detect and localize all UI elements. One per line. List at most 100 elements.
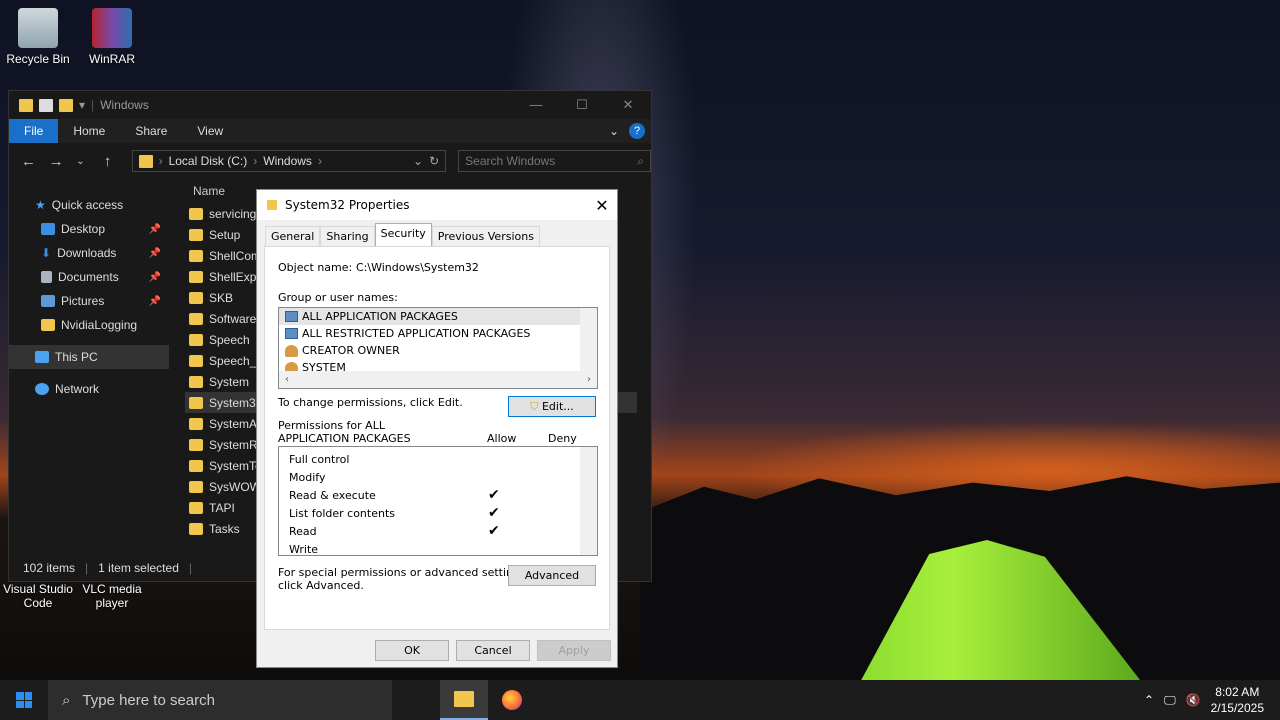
tab-file[interactable]: File [9, 119, 59, 143]
folder-icon [189, 480, 203, 493]
permissions-for-label: Permissions for ALL [278, 419, 385, 432]
nav-downloads[interactable]: ⬇ Downloads 📌 [9, 241, 169, 265]
desktop-icon-winrar[interactable]: WinRAR [74, 8, 150, 66]
system-tray: ⌃ 🖵 🔇 8:02 AM 2/15/2025 [1144, 684, 1280, 716]
new-folder-icon[interactable] [59, 98, 73, 112]
desktop-icon-vscode[interactable]: Visual Studio Code [0, 582, 76, 610]
tab-security[interactable]: Security [374, 223, 432, 246]
group-icon [285, 311, 298, 322]
file-name: ShellCom [209, 248, 262, 263]
special-permissions-text: For special permissions or advanced sett… [278, 566, 530, 579]
network-icon [35, 383, 49, 395]
dialog-titlebar: System32 Properties ✕ [257, 190, 617, 220]
permissions-vscrollbar[interactable] [580, 447, 597, 555]
folder-icon [189, 207, 203, 220]
file-name: Setup [209, 227, 241, 242]
taskbar-search-input[interactable]: ⌕ Type here to search [48, 680, 392, 720]
permission-name: Modify [289, 470, 326, 484]
nav-nvidialogging[interactable]: NvidiaLogging [9, 313, 169, 337]
permissions-for-label-2: APPLICATION PACKAGES [278, 432, 411, 445]
address-dropdown-icon[interactable]: ⌄ [413, 154, 423, 168]
start-button[interactable] [0, 680, 48, 720]
apply-button[interactable]: Apply [537, 640, 611, 661]
dialog-title: System32 Properties [285, 198, 410, 212]
item-count: 102 items [23, 561, 76, 575]
network-icon[interactable]: 🖵 [1164, 693, 1176, 708]
search-input[interactable]: Search Windows ⌕ [458, 150, 651, 172]
list-item[interactable]: CREATOR OWNER [279, 342, 597, 359]
up-icon[interactable]: ↑ [104, 153, 124, 170]
file-name: SystemTe [209, 458, 262, 473]
file-name: Tasks [209, 521, 240, 536]
breadcrumb-windows[interactable]: Windows [263, 154, 312, 168]
desktop-icon-recycle-bin[interactable]: Recycle Bin [0, 8, 76, 66]
advanced-button[interactable]: Advanced [508, 565, 596, 586]
tab-home[interactable]: Home [58, 119, 120, 143]
volume-muted-icon[interactable]: 🔇 [1186, 693, 1201, 707]
taskbar-firefox[interactable] [488, 680, 536, 720]
breadcrumb-local-disk[interactable]: Local Disk (C:) [169, 154, 248, 168]
folder-icon [189, 417, 203, 430]
folder-icon [189, 438, 203, 451]
group-listbox[interactable]: ALL APPLICATION PACKAGES ALL RESTRICTED … [278, 307, 598, 389]
allow-check-icon: ✔ [488, 505, 500, 521]
search-icon: ⌕ [62, 691, 71, 709]
file-name: Speech [209, 332, 250, 347]
navigation-pane: ★ Quick access Desktop 📌 ⬇ Downloads 📌 D… [9, 193, 169, 401]
tab-general[interactable]: General [265, 226, 321, 246]
expand-ribbon-icon[interactable]: ⌄ [609, 124, 619, 138]
minimize-button[interactable]: — [513, 97, 559, 113]
selected-count: 1 item selected [98, 561, 179, 575]
taskbar-file-explorer[interactable] [440, 680, 488, 720]
maximize-button[interactable]: ☐ [559, 97, 605, 113]
folder-icon [189, 249, 203, 262]
customize-toolbar-icon[interactable]: ▾ [79, 98, 85, 112]
object-name-label: Object name: [278, 261, 353, 274]
tab-view[interactable]: View [182, 119, 238, 143]
nav-this-pc[interactable]: This PC [9, 345, 169, 369]
list-item[interactable]: ALL RESTRICTED APPLICATION PACKAGES [279, 325, 597, 342]
folder-icon [138, 154, 153, 168]
back-icon[interactable]: ← [21, 153, 41, 170]
desktop-icon-vlc[interactable]: VLC media player [74, 582, 150, 610]
list-item[interactable]: ALL APPLICATION PACKAGES [279, 308, 597, 325]
security-panel: Object name: C:\Windows\System32 Group o… [264, 246, 610, 630]
tab-share[interactable]: Share [120, 119, 182, 143]
help-icon[interactable]: ? [629, 123, 645, 139]
group-vscrollbar[interactable] [580, 308, 597, 371]
recent-locations-icon[interactable]: ⌄ [76, 156, 96, 167]
nav-desktop[interactable]: Desktop 📌 [9, 217, 169, 241]
object-name-value: C:\Windows\System32 [356, 261, 479, 274]
desktop-icon-label: Visual Studio Code [3, 582, 73, 610]
folder-icon [189, 459, 203, 472]
nav-documents[interactable]: Documents 📌 [9, 265, 169, 289]
desktop-icon-label: WinRAR [88, 52, 135, 66]
download-icon: ⬇ [41, 246, 52, 260]
nav-pictures[interactable]: Pictures 📌 [9, 289, 169, 313]
permission-row: Modify [279, 468, 597, 486]
dialog-close-button[interactable]: ✕ [587, 196, 617, 215]
nav-quick-access[interactable]: ★ Quick access [9, 193, 169, 217]
scroll-right-icon[interactable]: › [587, 371, 591, 388]
file-name: SKB [209, 290, 234, 305]
clock[interactable]: 8:02 AM 2/15/2025 [1211, 684, 1264, 716]
cancel-button[interactable]: Cancel [456, 640, 530, 661]
pictures-icon [41, 295, 55, 307]
forward-icon[interactable]: → [49, 153, 69, 170]
show-hidden-icons-icon[interactable]: ⌃ [1144, 693, 1154, 707]
address-bar[interactable]: › Local Disk (C:) › Windows › ⌄ ↻ [131, 150, 447, 172]
permission-name: Full control [289, 452, 350, 466]
ok-button[interactable]: OK [375, 640, 449, 661]
properties-icon[interactable] [39, 98, 53, 112]
nav-network[interactable]: Network [9, 377, 169, 401]
refresh-icon[interactable]: ↻ [429, 154, 439, 168]
close-button[interactable]: ✕ [605, 97, 651, 113]
tab-previous-versions[interactable]: Previous Versions [431, 226, 540, 246]
edit-button[interactable]: ⛉ Edit... [508, 396, 596, 417]
tab-sharing[interactable]: Sharing [320, 226, 375, 246]
user-icon [285, 344, 298, 357]
scroll-left-icon[interactable]: ‹ [285, 371, 289, 388]
group-icon [285, 328, 298, 339]
group-hscrollbar[interactable]: ‹ › [279, 371, 597, 388]
file-name: SysWOW [209, 479, 261, 494]
